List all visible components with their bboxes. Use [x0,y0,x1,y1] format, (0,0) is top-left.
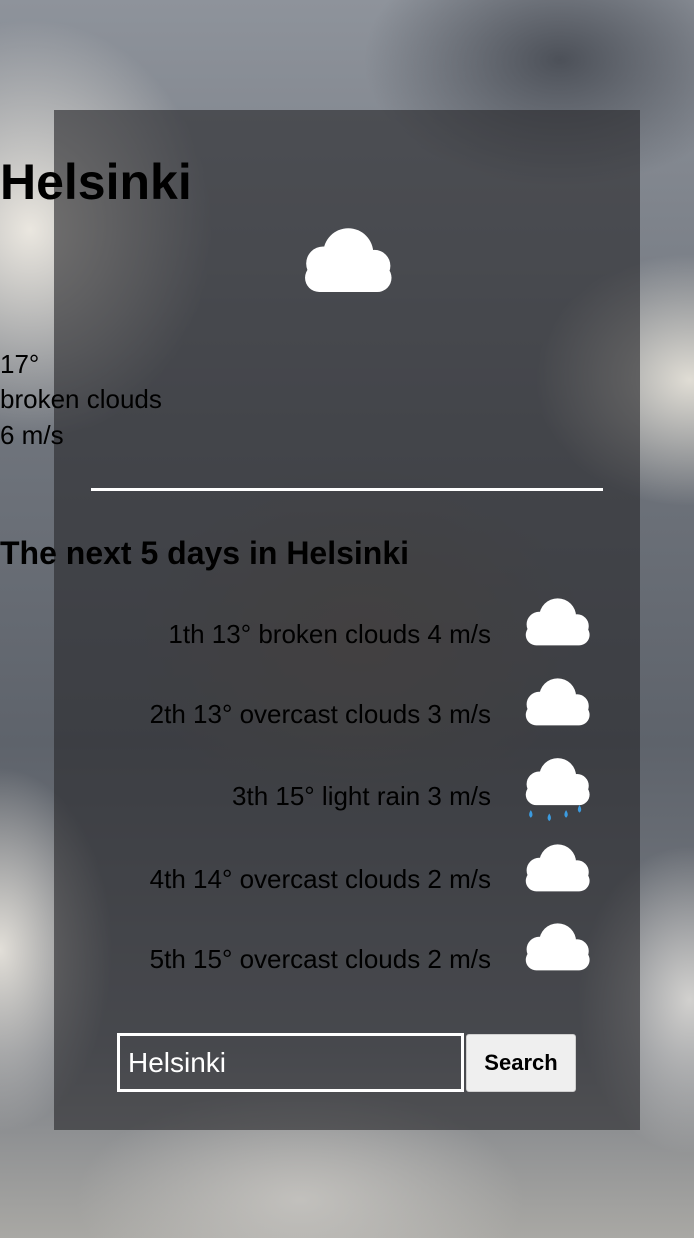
cloud-icon [525,844,590,892]
search-input[interactable] [117,1033,464,1092]
city-name: Helsinki [0,154,192,210]
forecast-day-3-text: 3th 15° light rain 3 m/s [232,781,491,811]
divider [91,488,603,491]
cloud-icon [305,228,392,292]
forecast-day-2-text: 2th 13° overcast clouds 3 m/s [149,699,491,729]
cloud-icon [525,598,590,646]
current-wind: 6 m/s [0,420,64,450]
current-temperature: 17° [0,349,40,379]
current-description: broken clouds [0,384,162,414]
forecast-day-5-text: 5th 15° overcast clouds 2 m/s [149,944,491,974]
forecast-day-4-text: 4th 14° overcast clouds 2 m/s [149,864,491,894]
cloud-icon [525,923,590,971]
cloud-icon [525,678,590,726]
forecast-day-1-text: 1th 13° broken clouds 4 m/s [168,619,491,649]
forecast-title: The next 5 days in Helsinki [0,535,410,571]
rain-cloud-icon [525,758,590,822]
search-button[interactable]: Search [466,1034,576,1092]
